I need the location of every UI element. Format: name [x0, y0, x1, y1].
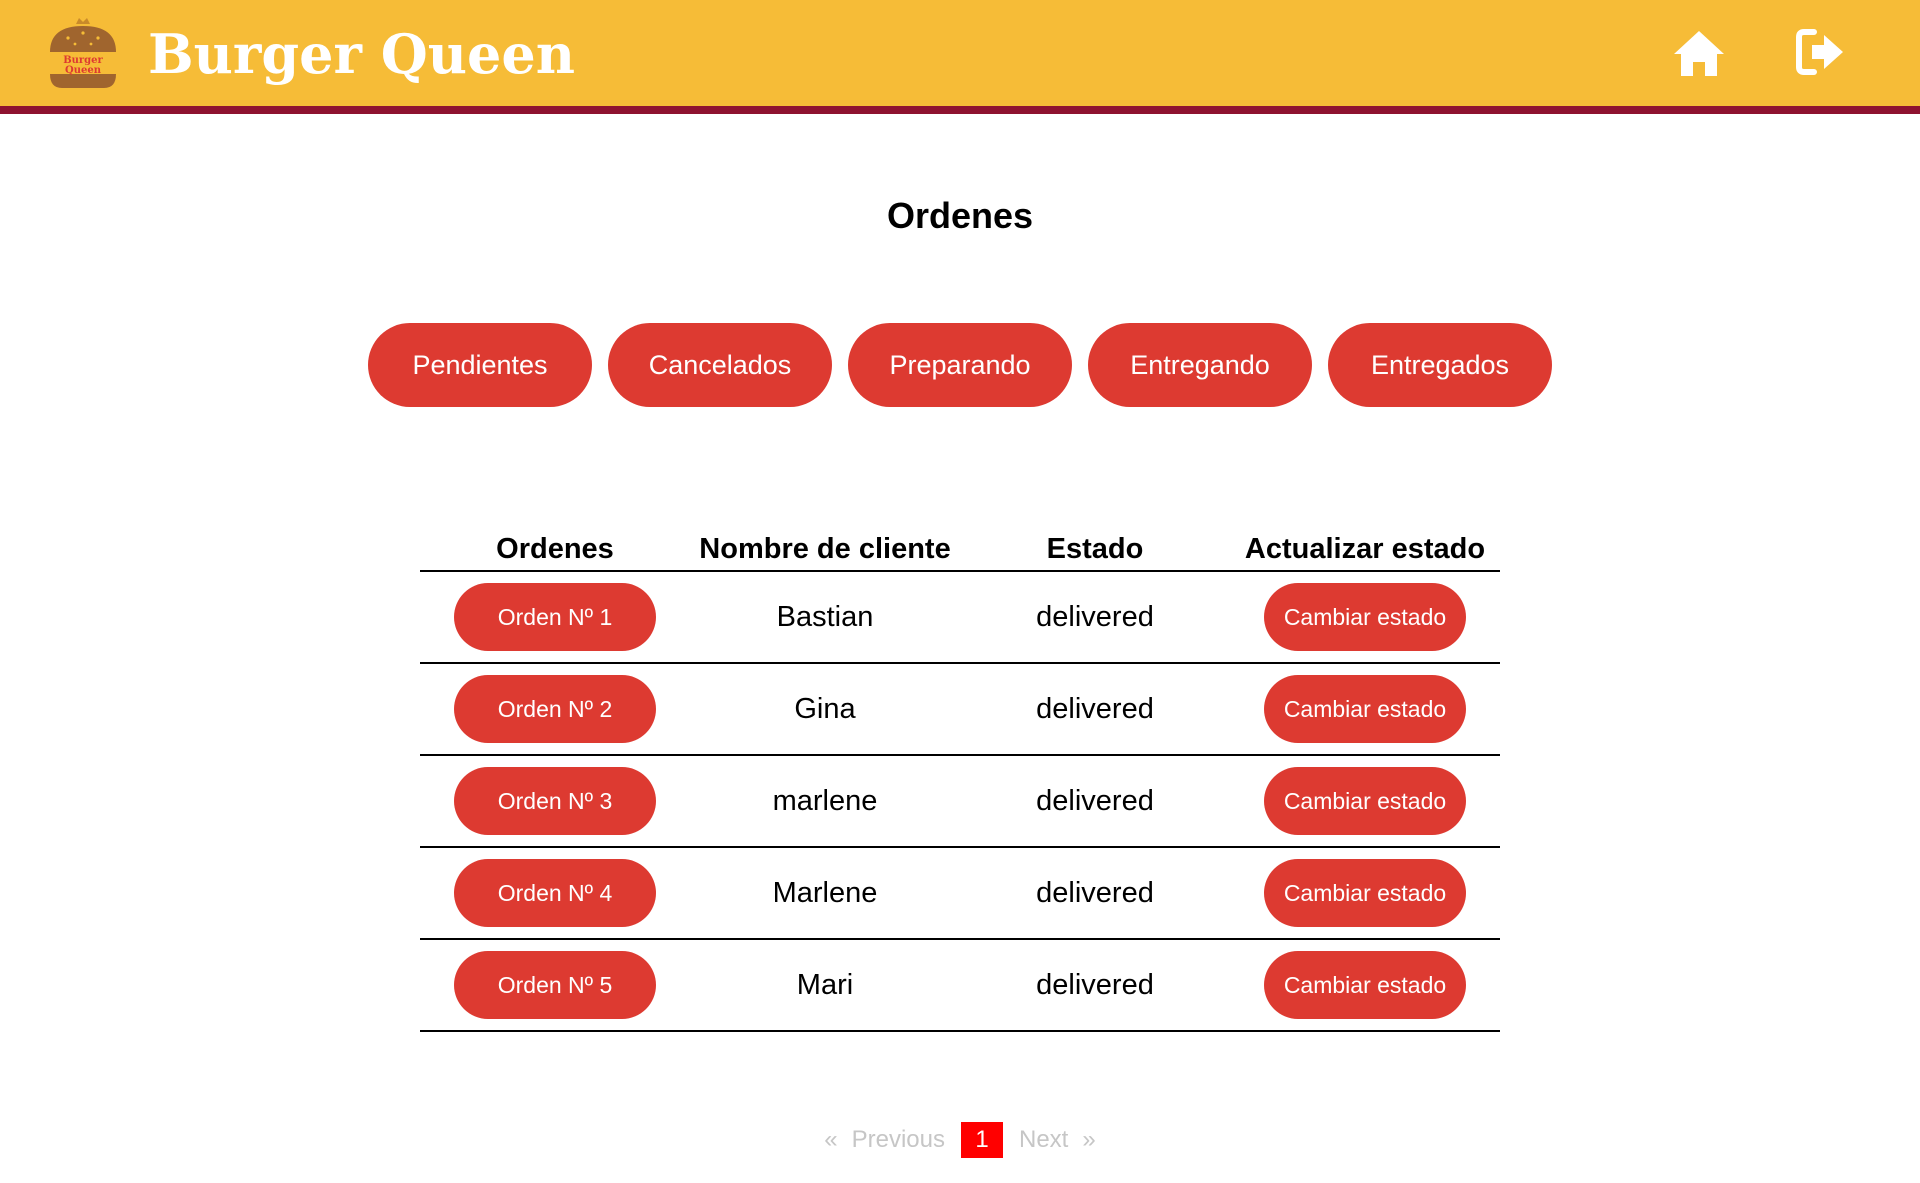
client-name: Bastian — [776, 600, 874, 633]
column-header-client: Nombre de cliente — [699, 533, 951, 565]
change-status-button[interactable]: Cambiar estado — [1264, 767, 1466, 835]
logout-icon[interactable] — [1796, 26, 1846, 78]
order-status: delivered — [1036, 600, 1154, 633]
table-row: Orden Nº 2 Gina delivered Cambiar estado — [420, 664, 1500, 756]
client-name: Gina — [794, 692, 856, 725]
table-row: Orden Nº 3 marlene delivered Cambiar est… — [420, 756, 1500, 848]
order-button[interactable]: Orden Nº 4 — [454, 859, 656, 927]
table-row: Orden Nº 1 Bastian delivered Cambiar est… — [420, 572, 1500, 664]
order-button[interactable]: Orden Nº 2 — [454, 675, 656, 743]
change-status-button[interactable]: Cambiar estado — [1264, 583, 1466, 651]
status-filter-bar: Pendientes Cancelados Preparando Entrega… — [368, 323, 1552, 407]
page-title: Ordenes — [886, 195, 1034, 236]
order-status: delivered — [1036, 784, 1154, 817]
previous-page-link[interactable]: Previous — [852, 1126, 945, 1154]
filter-entregados-button[interactable]: Entregados — [1328, 323, 1552, 407]
order-status: delivered — [1036, 692, 1154, 725]
brand-title: Burger Queen — [148, 22, 575, 86]
column-header-status: Estado — [1046, 533, 1144, 565]
order-status: delivered — [1036, 968, 1154, 1001]
svg-text:Queen: Queen — [65, 65, 102, 76]
column-header-orders: Ordenes — [496, 533, 614, 565]
pagination: « Previous 1 Next » — [0, 1122, 1920, 1158]
table-row: Orden Nº 5 Mari delivered Cambiar estado — [420, 940, 1500, 1032]
app-header: Burger Queen Burger Queen — [0, 0, 1920, 114]
client-name: Marlene — [772, 876, 878, 909]
order-button[interactable]: Orden Nº 3 — [454, 767, 656, 835]
filter-preparando-button[interactable]: Preparando — [848, 323, 1072, 407]
client-name: Mari — [796, 968, 854, 1001]
table-row: Orden Nº 4 Marlene delivered Cambiar est… — [420, 848, 1500, 940]
change-status-button[interactable]: Cambiar estado — [1264, 859, 1466, 927]
filter-entregando-button[interactable]: Entregando — [1088, 323, 1312, 407]
home-icon[interactable] — [1672, 28, 1726, 80]
filter-cancelados-button[interactable]: Cancelados — [608, 323, 832, 407]
prev-arrow-icon[interactable]: « — [824, 1126, 837, 1154]
filter-pendientes-button[interactable]: Pendientes — [368, 323, 592, 407]
client-name: marlene — [772, 784, 878, 817]
column-header-update: Actualizar estado — [1244, 533, 1486, 565]
order-button[interactable]: Orden Nº 5 — [454, 951, 656, 1019]
burger-logo-icon: Burger Queen — [48, 18, 118, 88]
change-status-button[interactable]: Cambiar estado — [1264, 951, 1466, 1019]
order-status: delivered — [1036, 876, 1154, 909]
order-button[interactable]: Orden Nº 1 — [454, 583, 656, 651]
next-arrow-icon[interactable]: » — [1082, 1126, 1095, 1154]
table-header: Ordenes Nombre de cliente Estado Actuali… — [420, 528, 1500, 572]
change-status-button[interactable]: Cambiar estado — [1264, 675, 1466, 743]
current-page-button[interactable]: 1 — [961, 1122, 1003, 1158]
orders-table: Ordenes Nombre de cliente Estado Actuali… — [420, 528, 1500, 1032]
next-page-link[interactable]: Next — [1019, 1126, 1068, 1154]
